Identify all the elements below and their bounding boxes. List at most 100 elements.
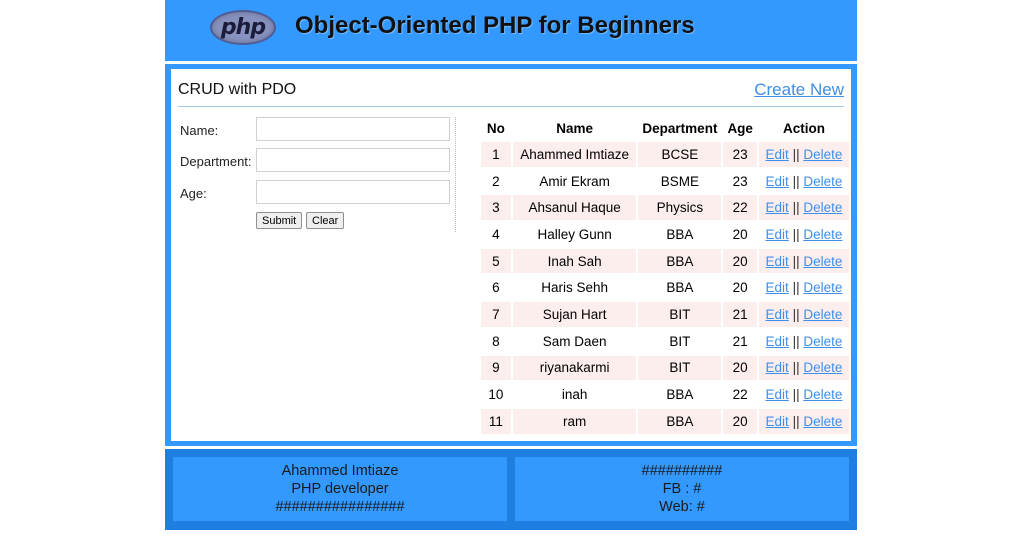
cell-age: 20 bbox=[723, 248, 757, 274]
cell-department: BBA bbox=[638, 222, 722, 247]
edit-link[interactable]: Edit bbox=[766, 334, 789, 349]
cell-name: Amir Ekram bbox=[512, 168, 637, 194]
cell-department: BBA bbox=[638, 248, 722, 274]
col-header-no: No bbox=[481, 116, 511, 140]
cell-age: 21 bbox=[723, 302, 757, 327]
cell-name: Ahammed Imtiaze bbox=[512, 142, 637, 167]
cell-no: 5 bbox=[481, 248, 511, 274]
site-title: Object-Oriented PHP for Beginners bbox=[295, 12, 695, 39]
action-separator: || bbox=[792, 200, 800, 216]
page-wrapper: php Object-Oriented PHP for Beginners CR… bbox=[165, 0, 857, 530]
cell-name: Sam Daen bbox=[512, 328, 637, 354]
cell-name: Ahsanul Haque bbox=[512, 195, 637, 221]
action-separator: || bbox=[792, 253, 800, 269]
cell-age: 20 bbox=[723, 222, 757, 247]
department-label: Department: bbox=[180, 154, 252, 169]
cell-age: 20 bbox=[723, 408, 757, 434]
department-input[interactable] bbox=[256, 148, 450, 172]
table-row: 6 Haris Sehh BBA 20 Edit || Delete bbox=[481, 275, 849, 301]
cell-action: Edit || Delete bbox=[758, 275, 849, 301]
table-row: 4 Halley Gunn BBA 20 Edit || Delete bbox=[481, 222, 849, 247]
cell-no: 7 bbox=[481, 302, 511, 327]
cell-age: 22 bbox=[723, 382, 757, 407]
table-row: 3 Ahsanul Haque Physics 22 Edit || Delete bbox=[481, 195, 849, 221]
table-row: 11 ram BBA 20 Edit || Delete bbox=[481, 408, 849, 434]
edit-link[interactable]: Edit bbox=[766, 200, 789, 215]
action-separator: || bbox=[792, 306, 800, 322]
content-frame: CRUD with PDO Create New Name: Departmen… bbox=[165, 64, 857, 446]
edit-link[interactable]: Edit bbox=[766, 360, 789, 375]
delete-link[interactable]: Delete bbox=[803, 307, 842, 322]
create-new-link[interactable]: Create New bbox=[754, 80, 844, 100]
action-separator: || bbox=[792, 146, 800, 162]
cell-department: BBA bbox=[638, 408, 722, 434]
table-row: 10 inah BBA 22 Edit || Delete bbox=[481, 382, 849, 407]
department-row: Department: bbox=[180, 148, 456, 172]
table-header-row: No Name Department Age Action bbox=[481, 116, 849, 140]
edit-link[interactable]: Edit bbox=[766, 147, 789, 162]
edit-link[interactable]: Edit bbox=[766, 174, 789, 189]
cell-action: Edit || Delete bbox=[758, 382, 849, 407]
delete-link[interactable]: Delete bbox=[803, 414, 842, 429]
action-separator: || bbox=[792, 226, 800, 242]
footer-web: Web: # bbox=[659, 499, 705, 515]
edit-link[interactable]: Edit bbox=[766, 307, 789, 322]
edit-link[interactable]: Edit bbox=[766, 280, 789, 295]
edit-link[interactable]: Edit bbox=[766, 254, 789, 269]
table-row: 5 Inah Sah BBA 20 Edit || Delete bbox=[481, 248, 849, 274]
site-header: php Object-Oriented PHP for Beginners bbox=[165, 0, 857, 61]
delete-link[interactable]: Delete bbox=[803, 174, 842, 189]
cell-action: Edit || Delete bbox=[758, 302, 849, 327]
delete-link[interactable]: Delete bbox=[803, 280, 842, 295]
col-header-action: Action bbox=[758, 116, 849, 140]
cell-action: Edit || Delete bbox=[758, 248, 849, 274]
delete-link[interactable]: Delete bbox=[803, 227, 842, 242]
cell-department: Physics bbox=[638, 195, 722, 221]
edit-link[interactable]: Edit bbox=[766, 387, 789, 402]
php-logo: php bbox=[210, 10, 276, 45]
name-input[interactable] bbox=[256, 117, 450, 141]
clear-button[interactable]: Clear bbox=[306, 212, 345, 229]
table-row: 1 Ahammed Imtiaze BCSE 23 Edit || Delete bbox=[481, 142, 849, 167]
action-separator: || bbox=[792, 360, 800, 376]
table-row: 8 Sam Daen BIT 21 Edit || Delete bbox=[481, 328, 849, 354]
age-label: Age: bbox=[180, 186, 207, 201]
table-row: 2 Amir Ekram BSME 23 Edit || Delete bbox=[481, 168, 849, 194]
records-table: No Name Department Age Action 1 Ahammed I… bbox=[479, 114, 851, 436]
cell-name: Halley Gunn bbox=[512, 222, 637, 247]
footer-contact-box: ########## FB : # Web: # bbox=[515, 457, 849, 521]
cell-action: Edit || Delete bbox=[758, 142, 849, 167]
cell-department: BBA bbox=[638, 275, 722, 301]
action-separator: || bbox=[792, 333, 800, 349]
cell-department: BIT bbox=[638, 302, 722, 327]
footer-author-role: PHP developer bbox=[291, 481, 389, 497]
delete-link[interactable]: Delete bbox=[803, 387, 842, 402]
cell-age: 23 bbox=[723, 142, 757, 167]
cell-name: riyanakarmi bbox=[512, 355, 637, 381]
table-body: 1 Ahammed Imtiaze BCSE 23 Edit || Delete 2 Ami… bbox=[481, 142, 849, 434]
cell-no: 4 bbox=[481, 222, 511, 247]
col-header-department: Department bbox=[638, 116, 722, 140]
cell-no: 11 bbox=[481, 408, 511, 434]
cell-no: 3 bbox=[481, 195, 511, 221]
delete-link[interactable]: Delete bbox=[803, 334, 842, 349]
edit-link[interactable]: Edit bbox=[766, 227, 789, 242]
form-buttons: Submit Clear bbox=[180, 212, 456, 236]
php-logo-text: php bbox=[220, 15, 266, 40]
delete-link[interactable]: Delete bbox=[803, 147, 842, 162]
cell-name: Haris Sehh bbox=[512, 275, 637, 301]
age-input[interactable] bbox=[256, 180, 450, 204]
cell-action: Edit || Delete bbox=[758, 408, 849, 434]
delete-link[interactable]: Delete bbox=[803, 254, 842, 269]
cell-department: BSME bbox=[638, 168, 722, 194]
crud-form: Name: Department: Age: Submit Clear bbox=[180, 117, 456, 232]
delete-link[interactable]: Delete bbox=[803, 360, 842, 375]
cell-name: ram bbox=[512, 408, 637, 434]
edit-link[interactable]: Edit bbox=[766, 414, 789, 429]
footer-author-box: Ahammed Imtiaze PHP developer ##########… bbox=[173, 457, 507, 521]
cell-age: 21 bbox=[723, 328, 757, 354]
footer-contact-placeholder: ########## bbox=[641, 463, 723, 479]
name-row: Name: bbox=[180, 117, 456, 141]
submit-button[interactable]: Submit bbox=[256, 212, 303, 229]
delete-link[interactable]: Delete bbox=[803, 200, 842, 215]
